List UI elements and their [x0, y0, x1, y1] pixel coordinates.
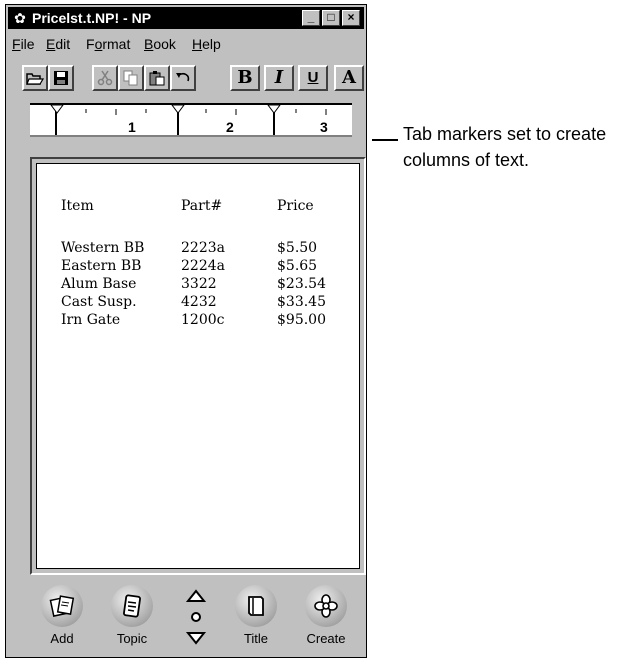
cut-icon — [97, 70, 113, 86]
bottom-nav: Add Topic Title Create — [8, 581, 364, 655]
open-folder-icon — [26, 73, 44, 85]
table-cell: Western BB — [61, 240, 145, 256]
table-cell: 2223a — [181, 240, 225, 256]
font-label: A — [342, 67, 356, 88]
paste-icon — [149, 71, 165, 86]
undo-button[interactable] — [170, 65, 196, 91]
menu-bar: File Edit Format Book Help — [8, 33, 364, 55]
table-cell: Irn Gate — [61, 312, 121, 328]
close-icon: × — [347, 10, 355, 24]
italic-button[interactable]: I — [264, 65, 294, 91]
app-icon[interactable]: ✿ — [12, 10, 28, 26]
column-header: Item — [61, 198, 94, 214]
menu-format-label: rmat — [102, 36, 131, 52]
editor-frame: Item Part# Price Western BB 2223a $5.50 … — [30, 157, 366, 575]
notepad-window: ✿ Pricelst.t.NP! - NP _ □ × File Edit Fo… — [5, 4, 367, 658]
title-icon — [235, 585, 277, 627]
add-label: Add — [50, 631, 74, 646]
create-button[interactable]: Create — [298, 585, 354, 651]
font-button[interactable]: A — [334, 65, 364, 91]
menu-edit-label: dit — [55, 36, 71, 52]
ruler-mark: 1 — [128, 119, 136, 135]
save-disk-icon — [54, 71, 68, 85]
copy-icon — [123, 70, 138, 86]
open-button[interactable] — [22, 65, 48, 91]
table-cell: $33.45 — [277, 294, 326, 310]
menu-file[interactable]: File — [12, 36, 35, 52]
scroll-position-icon — [191, 612, 201, 622]
table-cell: 1200c — [181, 312, 225, 328]
table-cell: $95.00 — [277, 312, 326, 328]
title-button[interactable]: Title — [228, 585, 284, 651]
cut-button[interactable] — [92, 65, 118, 91]
add-button[interactable]: Add — [34, 585, 90, 651]
ruler-ticks — [55, 105, 327, 135]
menu-help-mnemonic: H — [192, 36, 203, 52]
table-cell: 4232 — [181, 294, 217, 310]
menu-format[interactable]: Format — [86, 36, 130, 52]
menu-help-label: elp — [202, 36, 221, 52]
copy-button[interactable] — [118, 65, 144, 91]
scroll-arrows — [184, 587, 208, 647]
menu-file-label: ile — [20, 36, 35, 52]
menu-book-label: ook — [153, 36, 176, 52]
callout-line-2: columns of text. — [403, 150, 530, 170]
scroll-up-icon[interactable] — [185, 589, 207, 602]
menu-file-mnemonic: F — [12, 36, 21, 52]
table-cell: Cast Susp. — [61, 294, 137, 310]
maximize-icon: □ — [327, 10, 335, 24]
window-title: Pricelst.t.NP! - NP — [32, 10, 152, 26]
create-label: Create — [306, 631, 346, 646]
close-button[interactable]: × — [342, 10, 360, 26]
scroll-down-icon[interactable] — [185, 632, 207, 645]
tab-marker-icon[interactable] — [171, 104, 185, 114]
create-icon — [305, 585, 347, 627]
title-bar[interactable]: ✿ Pricelst.t.NP! - NP _ □ × — [8, 7, 364, 29]
callout-leader-line — [372, 139, 398, 141]
undo-icon — [176, 73, 190, 82]
menu-help[interactable]: Help — [192, 36, 221, 52]
column-header: Part# — [181, 198, 223, 214]
table-cell: Eastern BB — [61, 258, 142, 274]
menu-book[interactable]: Book — [144, 36, 176, 52]
title-label: Title — [243, 631, 269, 646]
table-cell: Alum Base — [61, 276, 137, 292]
topic-label: Topic — [116, 631, 148, 646]
table-cell: 3322 — [181, 276, 217, 292]
topic-button[interactable]: Topic — [104, 585, 160, 651]
toolbar: B I U A — [8, 59, 364, 95]
ruler[interactable]: 1 2 3 — [30, 103, 352, 137]
topic-icon — [111, 585, 153, 627]
maximize-button[interactable]: □ — [322, 10, 340, 26]
add-icon — [41, 585, 83, 627]
column-header: Price — [277, 198, 314, 214]
callout-line-1: Tab markers set to create — [403, 124, 607, 144]
italic-label: I — [274, 67, 284, 88]
underline-button[interactable]: U — [298, 65, 328, 91]
menu-format-prefix: F — [86, 36, 95, 52]
ruler-mark: 2 — [226, 119, 234, 135]
menu-book-mnemonic: B — [144, 36, 154, 52]
table-cell: 2224a — [181, 258, 225, 274]
minimize-icon: _ — [307, 10, 315, 24]
ruler-mark: 3 — [320, 119, 328, 135]
table-cell: $23.54 — [277, 276, 326, 292]
table-cell: $5.65 — [277, 258, 318, 274]
callout-text: Tab markers set to create columns of tex… — [403, 121, 606, 173]
menu-edit[interactable]: Edit — [46, 36, 70, 52]
tab-marker-icon[interactable] — [50, 104, 64, 114]
bold-button[interactable]: B — [230, 65, 260, 91]
table-cell: $5.50 — [277, 240, 318, 256]
tab-marker-icon[interactable] — [267, 104, 281, 114]
menu-edit-mnemonic: E — [46, 36, 56, 52]
save-button[interactable] — [48, 65, 74, 91]
underline-label: U — [307, 69, 319, 86]
text-area[interactable]: Item Part# Price Western BB 2223a $5.50 … — [36, 163, 360, 569]
paste-button[interactable] — [144, 65, 170, 91]
bold-label: B — [237, 67, 253, 88]
minimize-button[interactable]: _ — [302, 10, 320, 26]
